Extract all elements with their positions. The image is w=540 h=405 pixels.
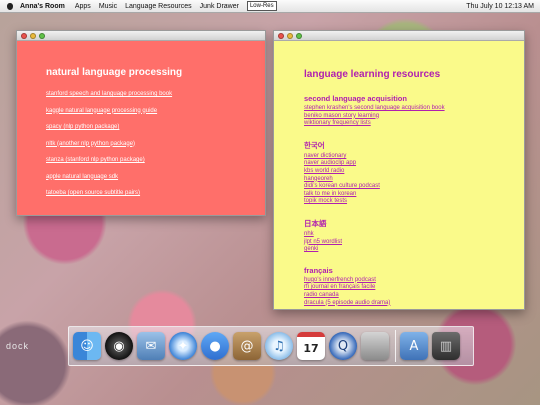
nlp-window: natural language processing stanford spe… [16,30,266,216]
nlp-link[interactable]: apple natural language sdk [46,174,265,180]
resource-section: français hugo's innerfrench podcast rfi jo… [304,266,524,307]
resource-section: 한국어 naver dictionary naver audioclip app kb… [304,140,524,206]
quicktime-icon[interactable]: Q [329,332,357,360]
zoom-button[interactable] [296,32,302,39]
language-learning-window: language learning resources second langu… [273,30,525,310]
window-title: natural language processing [46,67,183,78]
section-heading: second language acquisition [304,94,407,103]
resource-link[interactable]: naver dictionary [304,153,524,161]
resource-link[interactable]: jlpt n5 wordlist [304,239,524,247]
apple-menu-icon[interactable] [4,0,16,13]
section-heading: 한국어 [304,140,325,150]
nlp-link[interactable]: spacy (nlp python package) [46,124,265,130]
applications-folder-icon[interactable]: A [400,332,428,360]
window-titlebar[interactable] [274,31,524,41]
resource-link[interactable]: wiktionary frequency lists [304,120,524,128]
resource-link[interactable]: radio canada [304,292,524,300]
minimize-button[interactable] [287,32,293,39]
resource-section: 日本語 nhk jlpt n5 wordlist genki [304,218,524,254]
menu-apps[interactable]: Apps [75,3,91,10]
ical-icon[interactable]: 17 [297,332,325,360]
system-preferences-icon[interactable] [361,332,389,360]
nlp-link[interactable]: stanza (stanford nlp python package) [46,157,265,163]
ichat-icon[interactable]: ● [201,332,229,360]
close-button[interactable] [21,32,27,39]
dock: ☺ ◉ ✉ ✦ ● @ ♫ 17 Q A ▥ [68,326,474,366]
close-button[interactable] [278,32,284,39]
low-res-toggle[interactable]: Low-Res [246,1,277,11]
trash-icon[interactable]: ▥ [432,332,460,360]
menu-music[interactable]: Music [99,3,117,10]
resource-link[interactable]: stephen krashen's second language acquis… [304,105,524,113]
resource-link[interactable]: genki [304,246,524,254]
resource-link[interactable]: nhk [304,231,524,239]
section-heading: français [304,265,333,275]
safari-icon[interactable]: ✦ [169,332,197,360]
window-title: language learning resources [304,69,441,80]
nlp-link[interactable]: nltk (another nlp python package) [46,141,265,147]
resource-link[interactable]: dracula (5 episode audio drama) [304,300,524,308]
resource-link[interactable]: talk to me in korean [304,191,524,199]
resource-link[interactable]: naver audioclip app [304,160,524,168]
dock-label: dock [6,341,30,351]
menu-junk-drawer[interactable]: Junk Drawer [200,3,239,10]
resource-link[interactable]: hangeoreh [304,176,524,184]
resource-section: second language acquisition stephen krash… [304,94,524,128]
dashboard-icon[interactable]: ◉ [105,332,133,360]
minimize-button[interactable] [30,32,36,39]
section-heading: 日本語 [304,218,327,228]
nlp-link[interactable]: tatoeba (open source subtitle pairs) [46,190,265,196]
resource-link[interactable]: didi's korean culture podcast [304,183,524,191]
resource-link[interactable]: kbs world radio [304,168,524,176]
app-name-menu[interactable]: Anna's Room [20,3,65,10]
nlp-link[interactable]: stanford speech and language processing … [46,91,265,97]
finder-icon[interactable]: ☺ [73,332,101,360]
window-titlebar[interactable] [17,31,265,41]
nlp-link[interactable]: kaggle natural language processing guide [46,108,265,114]
resource-link[interactable]: topik mock tests [304,198,524,206]
resource-link[interactable]: rfi journal en français facile [304,284,524,292]
menu-clock[interactable]: Thu July 10 12:13 AM [466,0,534,13]
resource-link[interactable]: hugo's innerfrench podcast [304,277,524,285]
menu-language-resources[interactable]: Language Resources [125,3,192,10]
zoom-button[interactable] [39,32,45,39]
resource-link[interactable]: beniko mason story learning [304,113,524,121]
address-book-icon[interactable]: @ [233,332,261,360]
dock-separator [395,330,396,362]
menu-bar: Anna's Room Apps Music Language Resource… [0,0,540,13]
mail-icon[interactable]: ✉ [137,332,165,360]
itunes-icon[interactable]: ♫ [265,332,293,360]
